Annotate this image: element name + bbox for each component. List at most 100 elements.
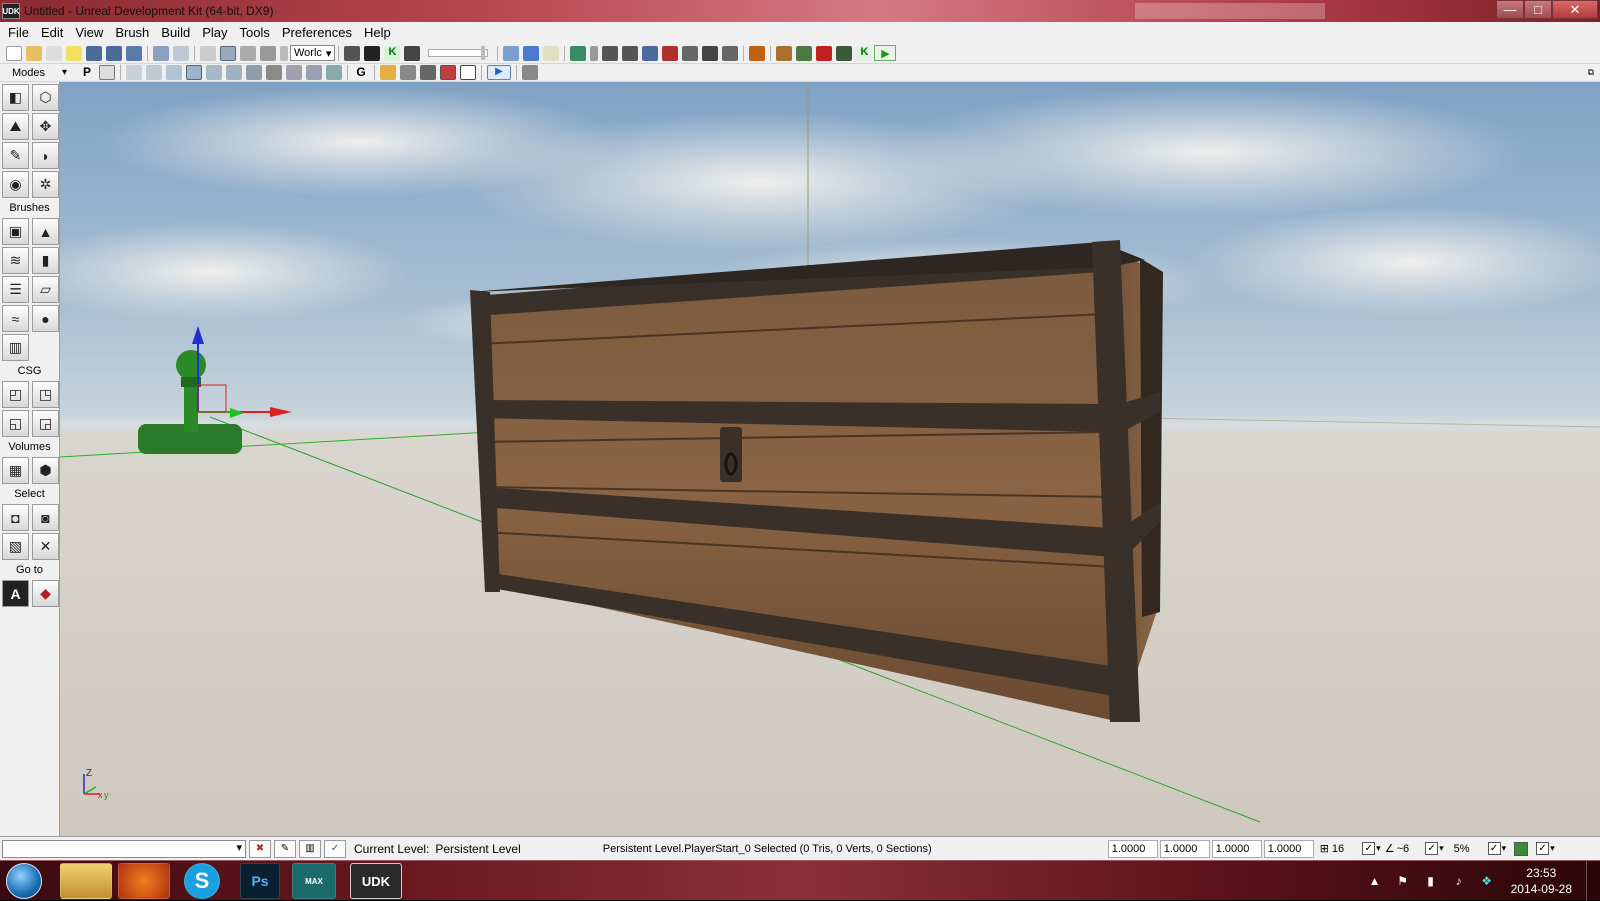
menu-brush[interactable]: Brush — [109, 25, 155, 40]
stream-icon[interactable]: ◉ — [2, 171, 29, 198]
realtime-icon[interactable] — [523, 45, 540, 61]
volumetric-brush-icon[interactable]: ▥ — [2, 334, 29, 361]
csg-deintersect-icon[interactable]: ◲ — [32, 410, 59, 437]
scale-snap-chevron-icon[interactable]: ▾ — [1502, 843, 1507, 854]
coordinate-system-select[interactable]: Worlc ▾ — [290, 45, 336, 61]
level-browser-icon[interactable]: ▥ — [299, 839, 321, 858]
menu-play[interactable]: Play — [196, 25, 233, 40]
camera-mode-icon[interactable]: ◧ — [2, 84, 29, 111]
view-toggle-icon[interactable] — [503, 45, 520, 61]
photoshop-taskbar-icon[interactable]: Ps — [240, 863, 280, 899]
build-geometry-icon[interactable] — [570, 45, 587, 61]
shader-complexity-icon[interactable] — [286, 65, 303, 80]
camera-speed-slider[interactable] — [428, 46, 489, 60]
open-folder-icon[interactable] — [26, 45, 42, 61]
grid-snap-checkbox[interactable]: ✓ — [1362, 842, 1376, 855]
grid-icon[interactable]: ⊞ — [1320, 842, 1329, 855]
network-icon[interactable]: ▮ — [1423, 874, 1439, 888]
landscape-icon[interactable]: ◗ — [32, 142, 59, 169]
udk-taskbar-icon[interactable]: UDK — [350, 863, 402, 899]
close-button[interactable]: ✕ — [1552, 0, 1598, 19]
light-complexity-icon[interactable] — [246, 65, 263, 80]
minimize-button[interactable]: — — [1496, 0, 1524, 19]
menu-edit[interactable]: Edit — [35, 25, 69, 40]
select-cursor-icon[interactable] — [200, 45, 216, 61]
game-view-toggle[interactable]: G — [353, 65, 369, 80]
cone-brush-icon[interactable]: ▲ — [32, 218, 59, 245]
menu-preferences[interactable]: Preferences — [276, 25, 358, 40]
invert-selection-icon[interactable]: ▧ — [2, 533, 29, 560]
csg-intersect-icon[interactable]: ◱ — [2, 410, 29, 437]
viewport-options-icon[interactable] — [522, 65, 539, 80]
explorer-taskbar-icon[interactable] — [60, 863, 112, 899]
rotate-icon[interactable] — [240, 45, 256, 61]
rotation-snap-icon[interactable]: ∠ — [1385, 842, 1395, 855]
level-visibility-icon[interactable]: ✓ — [324, 839, 346, 858]
geometry-mode-icon[interactable]: ⬡ — [32, 84, 59, 111]
grid-snap-chevron-icon[interactable]: ▾ — [1376, 843, 1381, 854]
reflections-icon[interactable] — [326, 65, 343, 80]
menu-help[interactable]: Help — [358, 25, 397, 40]
goto-actor-button[interactable]: A — [2, 580, 29, 607]
perspective-viewport[interactable]: Z x y — [60, 82, 1600, 836]
find-actors-icon[interactable] — [344, 45, 361, 61]
z-axis-arrow-icon[interactable] — [192, 326, 204, 344]
maximize-viewport-icon[interactable]: ⧉ — [1588, 67, 1594, 78]
spiral-stair-icon[interactable]: ≈ — [2, 305, 29, 332]
csg-add-icon[interactable]: ◰ — [2, 381, 29, 408]
menu-build[interactable]: Build — [155, 25, 196, 40]
start-button[interactable] — [6, 863, 42, 899]
mesh-paint-icon[interactable]: ✎ — [2, 142, 29, 169]
translate-gizmo[interactable] — [192, 326, 292, 418]
show-all-icon[interactable]: ✕ — [32, 533, 59, 560]
build-cover-icon[interactable] — [642, 45, 659, 61]
scale-snap-value[interactable]: 5% — [1454, 843, 1470, 855]
lighting-quality-icon[interactable] — [682, 45, 699, 61]
maximize-button[interactable]: □ — [1524, 0, 1552, 19]
terrain-mode-icon[interactable]: ⛰ — [2, 113, 29, 140]
curved-stair-icon[interactable]: ≋ — [2, 247, 29, 274]
menu-view[interactable]: View — [69, 25, 109, 40]
action-center-flag-icon[interactable]: ⚑ — [1395, 874, 1411, 888]
build-lighting-small-icon[interactable] — [590, 45, 599, 61]
undo-icon[interactable] — [153, 45, 169, 61]
texture-stats-icon[interactable] — [702, 45, 719, 61]
sheet-brush-icon[interactable]: ▱ — [32, 276, 59, 303]
brush-wireframe-icon[interactable] — [126, 65, 143, 80]
lighting-only-icon[interactable] — [226, 65, 243, 80]
rotation-snap-value[interactable]: ~6 — [1397, 843, 1410, 855]
modes-chevron-icon[interactable]: ▾ — [62, 67, 67, 78]
grid-size-value[interactable]: 16 — [1332, 843, 1344, 855]
cylinder-brush-icon[interactable]: ▮ — [32, 247, 59, 274]
scale-snap-checkbox[interactable]: ✓ — [1487, 842, 1501, 855]
hide-selected-icon[interactable]: ◙ — [32, 504, 59, 531]
taskbar-clock[interactable]: 23:53 2014-09-28 — [1511, 865, 1572, 897]
build-lighting-icon[interactable] — [602, 45, 619, 61]
autosave-icon[interactable] — [1514, 841, 1529, 856]
menu-file[interactable]: File — [2, 25, 35, 40]
volume-icon[interactable]: ♪ — [1451, 874, 1467, 888]
wireframe-icon[interactable] — [146, 65, 163, 80]
play-in-editor-button[interactable]: ▶ — [874, 45, 897, 61]
kismet-icon[interactable]: K — [384, 45, 401, 61]
realtime-audio-checkbox[interactable]: ✓ — [1536, 842, 1550, 855]
drag-grid-field-1[interactable]: 1.0000 — [1107, 839, 1158, 858]
redo-icon[interactable] — [173, 45, 189, 61]
eye-icon[interactable] — [400, 65, 417, 80]
level-delete-icon[interactable]: ✖ — [249, 839, 271, 858]
drag-grid-field-4[interactable]: 1.0000 — [1263, 839, 1314, 858]
recent-dropdown-icon[interactable] — [46, 45, 62, 61]
csg-subtract-icon[interactable]: ◳ — [32, 381, 59, 408]
lit-icon[interactable] — [186, 65, 203, 80]
bookmark-star-icon[interactable] — [543, 45, 560, 61]
rotation-snap-chevron-icon[interactable]: ▾ — [1439, 843, 1444, 854]
menu-tools[interactable]: Tools — [234, 25, 276, 40]
drag-grid-field-3[interactable]: 1.0000 — [1211, 839, 1262, 858]
unlit-icon[interactable] — [166, 65, 183, 80]
audio-chevron-icon[interactable]: ▾ — [1550, 843, 1555, 854]
play-in-viewport-icon[interactable]: ▶ — [487, 65, 512, 80]
perspective-toggle[interactable]: P — [79, 65, 95, 80]
frame-icon[interactable] — [460, 65, 477, 80]
rotation-snap-checkbox[interactable]: ✓ — [1425, 842, 1439, 855]
build-paths-icon[interactable] — [622, 45, 639, 61]
